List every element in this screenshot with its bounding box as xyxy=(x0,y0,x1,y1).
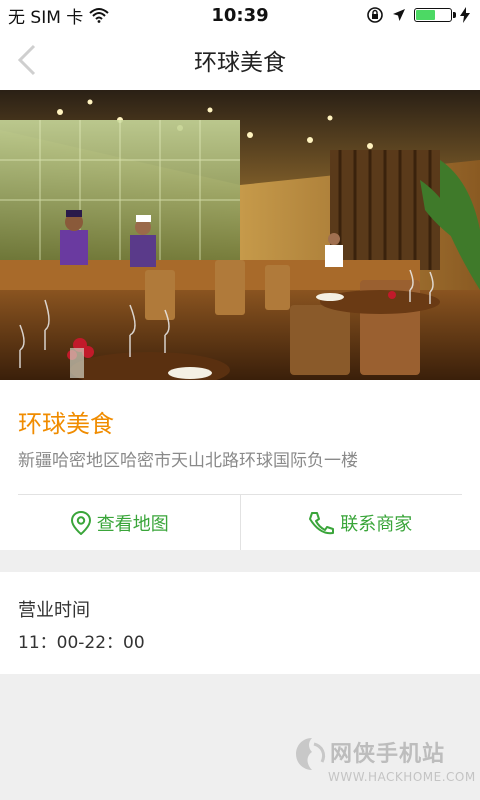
watermark-logo-icon xyxy=(296,738,326,770)
wifi-icon xyxy=(89,8,109,23)
status-left: 无 SIM 卡 xyxy=(0,3,109,28)
view-map-button[interactable]: 查看地图 xyxy=(0,495,240,550)
status-right xyxy=(366,6,480,24)
chevron-left-icon[interactable] xyxy=(14,44,44,76)
shop-info-card: 环球美食 新疆哈密地区哈密市天山北路环球国际负一楼 查看地图 联系商家 xyxy=(0,380,480,550)
opening-hours-title: 营业时间 xyxy=(18,600,90,621)
orientation-lock-icon xyxy=(367,7,383,23)
shop-name: 环球美食 xyxy=(18,410,114,438)
charging-bolt-icon xyxy=(460,7,470,23)
status-bar: 无 SIM 卡 10:39 xyxy=(0,0,480,30)
opening-hours-card: 营业时间 11：00-22：00 xyxy=(0,572,480,674)
battery-icon xyxy=(414,8,456,22)
contact-merchant-button[interactable]: 联系商家 xyxy=(239,495,480,550)
map-pin-icon xyxy=(70,510,91,535)
restaurant-photo-art xyxy=(0,90,480,380)
carrier-label: 无 SIM 卡 xyxy=(8,7,84,28)
phone-icon xyxy=(309,511,335,534)
nav-bar: 环球美食 xyxy=(0,30,480,90)
battery-fill xyxy=(416,10,435,20)
watermark-text: 网侠手机站 xyxy=(330,742,446,767)
page-title: 环球美食 xyxy=(194,50,286,76)
restaurant-photo xyxy=(0,90,480,380)
shop-address: 新疆哈密地区哈密市天山北路环球国际负一楼 xyxy=(18,451,358,471)
view-map-label: 查看地图 xyxy=(96,513,169,535)
watermark: 网侠手机站 WWW.HACKHOME.COM xyxy=(292,734,475,794)
battery-tip xyxy=(453,12,456,18)
location-arrow-icon xyxy=(393,9,405,21)
watermark-url: WWW.HACKHOME.COM xyxy=(328,770,476,784)
opening-hours-value: 11：00-22：00 xyxy=(18,633,145,653)
action-bar: 查看地图 联系商家 xyxy=(0,495,480,550)
contact-merchant-label: 联系商家 xyxy=(340,513,413,535)
